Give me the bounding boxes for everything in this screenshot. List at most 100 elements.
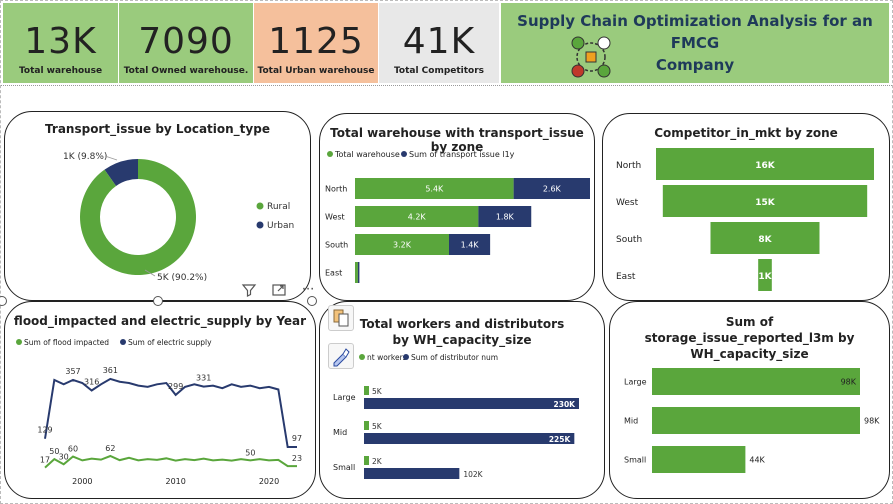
data-label: 8K [758, 235, 772, 245]
x-tick-label: 2010 [165, 477, 185, 486]
bar-storage-issue[interactable] [652, 407, 860, 434]
workers-distributors-card[interactable]: Total workers and distributors by WH_cap… [319, 301, 605, 499]
storage-issue-chart[interactable]: Large 98K Mid 98K Small 44K [610, 302, 890, 499]
competitor-zone-funnel-chart[interactable]: North 16K West 15K South 8K East 1K [603, 114, 890, 301]
point-label: 60 [68, 445, 78, 454]
flood-electric-year-card[interactable]: flood_impacted and electric_supply by Ye… [4, 301, 316, 499]
dashboard-page: 13K Total warehouse 7090 Total Owned war… [0, 0, 893, 504]
legend-label: Urban [267, 221, 294, 231]
visual-toolbar: ··· [241, 282, 314, 298]
point-label: 361 [103, 366, 118, 375]
kpi-total-urban-warehouse[interactable]: 1125 Total Urban warehouse [254, 3, 378, 83]
workers-distributors-chart[interactable]: nt workers Sum of distributor num Large 5K 2… [320, 302, 605, 499]
point-label: 50 [245, 448, 255, 457]
bar-storage-issue[interactable] [652, 446, 746, 473]
data-label: 16K [755, 161, 776, 171]
bar-distributors[interactable] [364, 468, 460, 479]
series-line-flood-impacted[interactable] [44, 454, 297, 469]
data-label: 2.6K [543, 185, 562, 194]
legend-marker[interactable] [359, 354, 365, 360]
kpi-label: Total warehouse [18, 66, 103, 76]
legend-marker[interactable] [256, 221, 264, 229]
data-label: 2K [372, 457, 383, 466]
bar-storage-issue[interactable] [652, 368, 860, 395]
bar-workers[interactable] [364, 386, 369, 395]
data-label: 1K [758, 272, 772, 282]
data-label: 5K [372, 422, 383, 431]
category-label: Mid [333, 428, 347, 437]
kpi-value: 13K [24, 21, 97, 62]
bar-total-warehouse[interactable] [355, 262, 358, 283]
legend-label: nt workers [367, 353, 407, 362]
data-label: 98K [841, 378, 857, 387]
category-label: North [616, 161, 641, 171]
legend-marker[interactable] [120, 339, 126, 345]
legend-label: Sum of flood impacted [24, 338, 109, 347]
flood-electric-line-chart[interactable]: Sum of flood impacted Sum of electric sup… [5, 302, 316, 499]
point-label: 299 [168, 382, 183, 391]
copy-visual-icon[interactable] [328, 305, 354, 331]
competitor-zone-card[interactable]: Competitor_in_mkt by zone North 16K West 15… [602, 113, 890, 301]
kpi-value: 7090 [138, 21, 234, 62]
data-label: 230K [554, 400, 577, 409]
data-label: 44K [749, 456, 765, 465]
format-brush-icon[interactable] [328, 343, 354, 369]
legend-label: Rural [267, 202, 290, 212]
legend-label: Sum of distributor num [411, 353, 498, 362]
data-label: 1.8K [496, 213, 515, 222]
category-label: East [325, 269, 342, 278]
data-label: 1.4K [461, 241, 480, 250]
category-label: North [325, 185, 347, 194]
kpi-total-owned-warehouse[interactable]: 7090 Total Owned warehouse. [119, 3, 253, 83]
point-label: 331 [196, 374, 211, 383]
dashboard-title-banner: Supply Chain Optimization Analysis for a… [501, 3, 889, 83]
resize-handle[interactable] [153, 296, 163, 306]
dashboard-title: Supply Chain Optimization Analysis for a… [517, 12, 873, 74]
point-label: 62 [105, 444, 115, 453]
point-label: 97 [292, 434, 302, 443]
kpi-total-warehouse[interactable]: 13K Total warehouse [3, 3, 118, 83]
legend-marker[interactable] [401, 151, 407, 157]
kpi-label: Total Urban warehouse [257, 66, 375, 76]
category-label: Small [624, 456, 646, 465]
transport-issue-donut-card[interactable]: Transport_issue by Location_type 1K (9.8… [4, 111, 311, 301]
data-label: 5.4K [425, 185, 444, 194]
data-label: 3.2K [393, 241, 412, 250]
bar-workers[interactable] [364, 421, 369, 430]
header-divider [1, 85, 893, 86]
bar-distributors[interactable] [364, 398, 579, 409]
bar-workers[interactable] [364, 456, 369, 465]
kpi-label: Total Owned warehouse. [123, 66, 249, 76]
category-label: Small [333, 463, 355, 472]
filter-icon[interactable] [241, 282, 257, 298]
category-label: Large [624, 378, 647, 387]
supply-chain-network-icon [571, 36, 611, 78]
data-label: 225K [549, 435, 572, 444]
legend-marker[interactable] [256, 202, 264, 210]
kpi-total-competitors[interactable]: 41K Total Competitors [379, 3, 499, 83]
bar-distributors[interactable] [364, 433, 575, 444]
legend-marker[interactable] [403, 354, 409, 360]
donut-data-label: 5K (90.2%) [157, 273, 207, 283]
resize-handle[interactable] [307, 296, 317, 306]
warehouse-transport-zone-chart[interactable]: Total warehouse Sum of transport issue l1… [320, 114, 595, 301]
legend-marker[interactable] [16, 339, 22, 345]
point-label: 17 [40, 456, 50, 465]
data-label: 98K [864, 417, 880, 426]
point-label: 129 [37, 426, 52, 435]
bar-transport-issue[interactable] [357, 262, 360, 283]
category-label: East [616, 272, 636, 282]
legend-label: Total warehouse [334, 150, 400, 159]
legend-marker[interactable] [327, 151, 333, 157]
kpi-value: 41K [402, 21, 476, 62]
kpi-value: 1125 [268, 21, 364, 62]
point-label: 357 [65, 367, 80, 376]
donut-slice-rural[interactable] [80, 159, 196, 275]
warehouse-transport-zone-card[interactable]: Total warehouse with transport_issue by … [319, 113, 595, 301]
focus-mode-icon[interactable] [271, 282, 287, 298]
point-label: 316 [84, 378, 99, 387]
transport-issue-donut-chart[interactable]: 1K (9.8%) 5K (90.2%) Rural Urban [5, 112, 311, 301]
legend-label: Sum of transport issue l1y [409, 150, 515, 159]
storage-issue-card[interactable]: Sum of storage_issue_reported_l3m by WH_… [609, 301, 890, 499]
x-tick-label: 2000 [72, 477, 92, 486]
